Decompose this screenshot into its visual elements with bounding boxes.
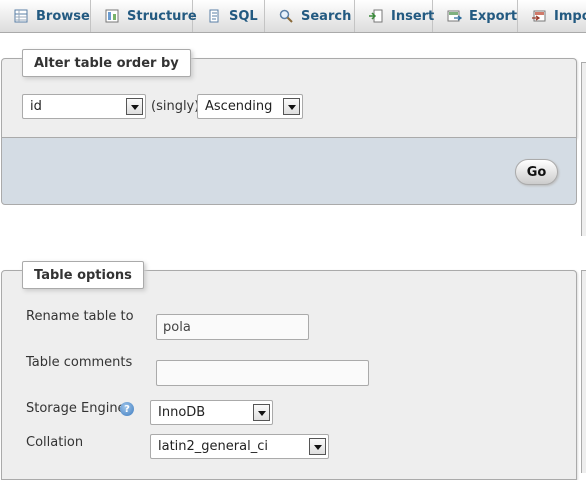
chevron-down-icon	[309, 438, 326, 455]
rename-table-label: Rename table to	[26, 309, 134, 324]
order-column-value: id	[30, 99, 42, 114]
chevron-down-icon	[126, 98, 143, 115]
search-icon	[278, 8, 294, 24]
collation-label: Collation	[26, 435, 84, 450]
adjacent-panel-edge	[581, 270, 586, 473]
table-tabs: Browse Structure SQL Search Insert Expor…	[0, 0, 586, 33]
chevron-down-icon	[253, 404, 270, 421]
table-comments-label: Table comments	[26, 355, 133, 370]
tab-label: Insert	[391, 8, 435, 24]
order-column-select[interactable]: id	[22, 94, 146, 119]
tab-search[interactable]: Search	[265, 0, 355, 32]
alter-order-footer: Go	[1, 137, 577, 205]
tab-import[interactable]: Impo	[518, 0, 586, 32]
tab-browse[interactable]: Browse	[0, 0, 91, 32]
export-icon	[446, 8, 463, 24]
storage-engine-value: InnoDB	[158, 405, 206, 420]
alter-order-legend: Alter table order by	[22, 49, 191, 77]
collation-value: latin2_general_ci	[158, 439, 268, 454]
chevron-down-icon	[283, 98, 300, 115]
go-button[interactable]: Go	[515, 159, 558, 185]
tab-label: Search	[301, 8, 352, 24]
collation-select[interactable]: latin2_general_ci	[150, 434, 329, 459]
sql-icon	[206, 8, 222, 24]
rename-table-input[interactable]: pola	[156, 314, 309, 340]
order-direction-select[interactable]: Ascending	[197, 94, 303, 119]
order-direction-value: Ascending	[205, 99, 273, 114]
storage-engine-select[interactable]: InnoDB	[150, 400, 273, 425]
table-options-legend: Table options	[22, 261, 144, 289]
structure-icon	[104, 8, 120, 24]
tab-label: Structure	[127, 8, 197, 24]
import-icon	[531, 8, 547, 24]
table-comments-input[interactable]	[156, 360, 369, 386]
adjacent-panel-edge	[581, 62, 586, 236]
insert-icon	[368, 8, 384, 24]
tab-label: SQL	[229, 8, 258, 24]
tab-export[interactable]: Export	[433, 0, 518, 32]
tab-sql[interactable]: SQL	[193, 0, 265, 32]
singly-label: (singly)	[151, 99, 200, 114]
storage-engine-label: Storage Engine	[26, 401, 126, 416]
tab-insert[interactable]: Insert	[355, 0, 435, 32]
tab-label: Browse	[36, 8, 90, 24]
browse-icon	[13, 8, 29, 24]
tab-label: Impo	[554, 8, 586, 24]
tab-structure[interactable]: Structure	[91, 0, 197, 32]
tab-label: Export	[469, 8, 518, 24]
help-icon[interactable]: ?	[120, 402, 134, 416]
